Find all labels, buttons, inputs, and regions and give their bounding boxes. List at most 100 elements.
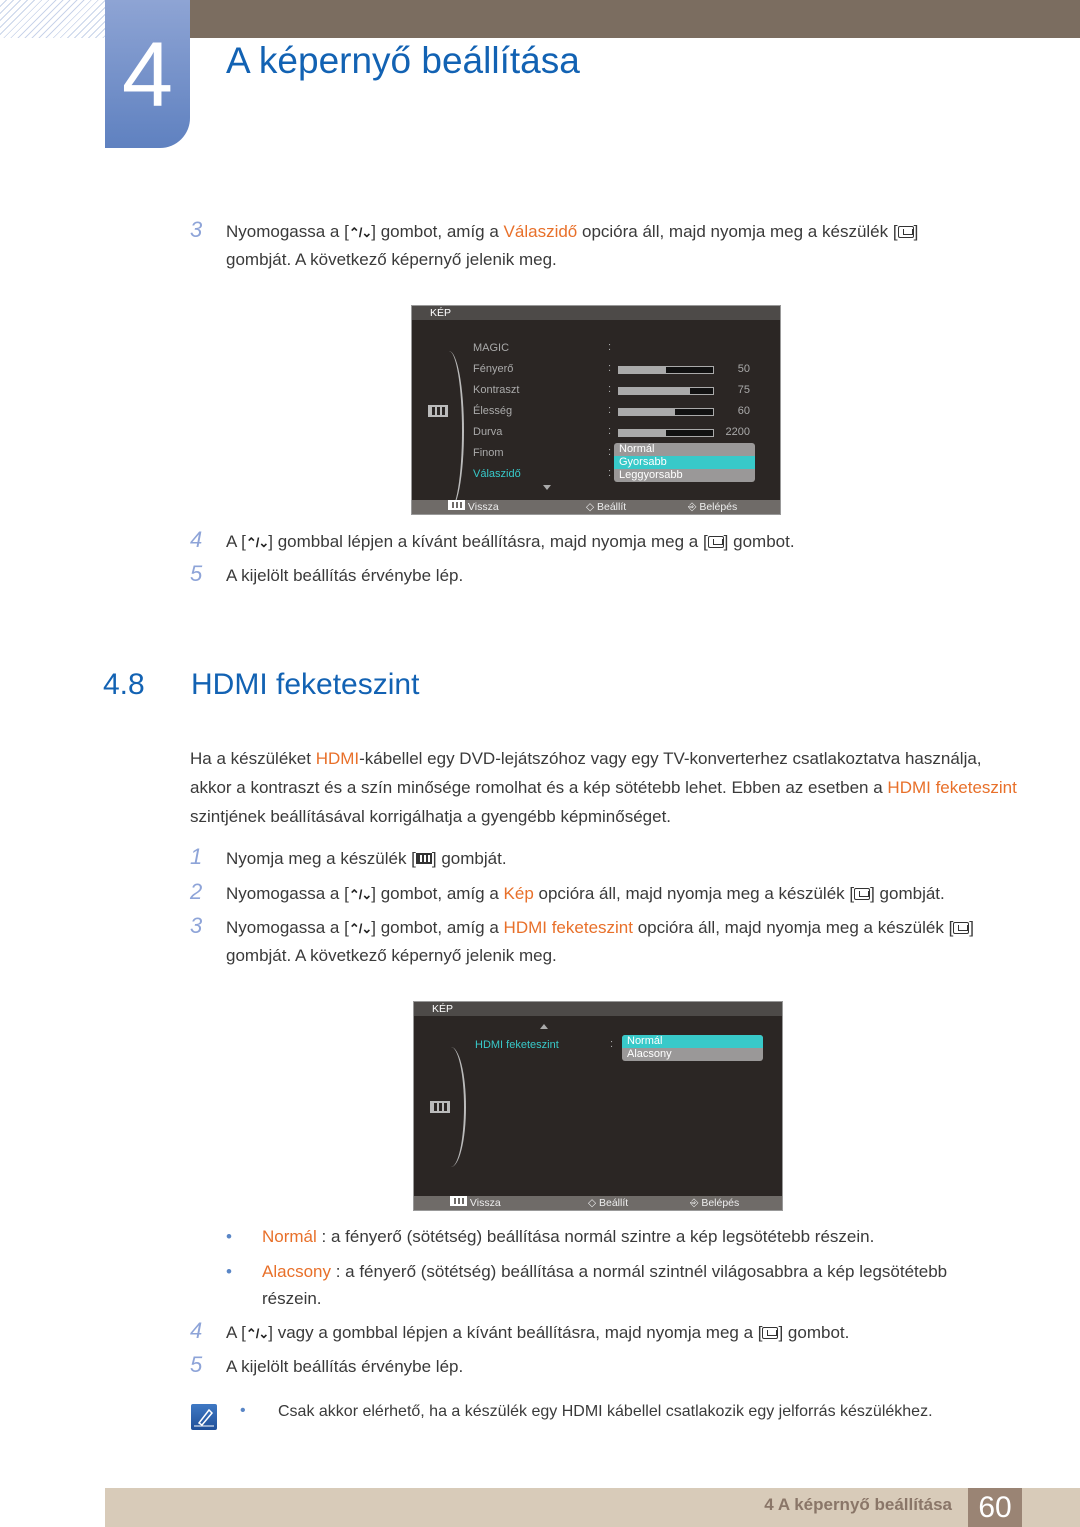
text: ] gombját. [431,849,507,868]
text: ] gombbal lépjen a kívánt beállításra, m… [268,532,708,551]
osd-item-hdmi-black-level[interactable]: HDMI feketeszint [475,1039,559,1051]
text: opcióra áll, majd nyomja meg a készülék … [577,222,898,241]
bullet-text: Normál : a fényerő (sötétség) beállítása… [262,1223,986,1250]
osd-item[interactable]: Kontraszt [473,384,519,396]
text: Nyomogassa a [ [226,884,349,903]
dropdown-option[interactable]: Leggyorsabb [614,469,755,482]
text: Nyomogassa a [ [226,222,349,241]
intro-paragraph: Ha a készüléket HDMI-kábellel egy DVD-le… [190,744,1020,831]
adjust-button[interactable]: ◇ Beállít [586,500,626,514]
picture-menu-icon [428,405,448,417]
step: 3 Nyomogassa a [⌃/⌄] gombot, amíg a Válas… [190,217,970,273]
enter-icon [897,226,914,238]
osd-screen-response-time: KÉP MAGIC: Fényerő: 50 Kontraszt: 75 Élesség:… [411,305,781,515]
osd-header: KÉP [414,1002,782,1016]
step: 3 Nyomogassa a [⌃/⌄] gombot, amíg a HDMI … [190,913,990,969]
menu-icon [450,1196,467,1206]
osd-item[interactable]: Finom [473,447,504,459]
step-text: A [⌃/⌄] gombbal lépjen a kívánt beállítá… [226,528,970,556]
text: Nyomogassa a [ [226,918,349,937]
bullet-icon: • [226,1227,232,1246]
step-text: Nyomogassa a [⌃/⌄] gombot, amíg a HDMI f… [226,914,990,969]
osd-colon: : [608,446,612,458]
enter-button[interactable]: ⎆ Belépés [690,1196,739,1210]
enter-icon [854,888,871,900]
adjust-button[interactable]: ◇ Beállít [588,1196,628,1210]
text: ] vagy a gombbal lépjen a kívánt beállít… [268,1323,763,1342]
slider-fill [619,388,690,394]
text: A kijelölt beállítás érvénybe lép. [226,566,464,585]
osd-item[interactable]: Válaszidő [473,468,521,480]
osd-header: KÉP [412,306,780,320]
dropdown-option[interactable]: Normál [614,443,755,456]
bullet-item: • Normál : a fényerő (sötétség) beállítás… [226,1223,986,1250]
up-down-icon: ⌃/⌄ [348,225,372,240]
osd-slider[interactable] [618,366,714,374]
step: 2 Nyomogassa a [⌃/⌄] gombot, amíg a Kép o… [190,879,1000,908]
osd-slider[interactable] [618,408,714,416]
page-footer: 4 A képernyő beállítása 60 [105,1488,1080,1527]
step-text: Nyomogassa a [⌃/⌄] gombot, amíg a Kép op… [226,880,1000,908]
step-number: 3 [190,913,203,938]
chapter-title: A képernyő beállítása [226,40,580,81]
text: ] gombját. [870,884,945,903]
step-number: 1 [190,844,203,869]
slider-fill [619,430,666,436]
enter-button[interactable]: ⎆ Belépés [688,500,737,514]
up-down-icon: ⌃/⌄ [245,535,269,550]
highlight-term: Kép [503,884,534,903]
osd-colon: : [608,425,612,437]
osd-slider[interactable] [618,429,714,437]
step-text: Nyomja meg a készülék [ ] gombját. [226,845,990,872]
text: ] gombot. [723,532,795,551]
highlight-term: Alacsony [262,1262,331,1281]
step-text: A kijelölt beállítás érvénybe lép. [226,562,970,589]
text: Nyomja meg a készülék [ [226,849,416,868]
osd-item[interactable]: Durva [473,426,502,438]
footer-chapter: 4 A képernyő beállítása [764,1495,952,1514]
bullet-icon: • [240,1402,246,1419]
text: ] gombot. [778,1323,850,1342]
section-title: HDMI feketeszint [191,668,420,701]
highlight-term: Válaszidő [503,222,578,241]
osd-item[interactable]: Élesség [473,405,512,417]
hdmi-black-level-dropdown[interactable]: Normál Alacsony [622,1035,763,1061]
osd-item[interactable]: Fényerő [473,363,513,375]
section-number: 4.8 [103,668,145,701]
back-button[interactable]: Vissza [450,1196,501,1210]
header-bar [190,0,1080,38]
dropdown-option[interactable]: Alacsony [622,1048,763,1061]
osd-slider[interactable] [618,387,714,395]
osd-item[interactable]: MAGIC [473,342,509,354]
highlight-term: HDMI feketeszint [887,778,1017,797]
step-text: A kijelölt beállítás érvénybe lép. [226,1353,990,1380]
page-number: 60 [968,1488,1022,1527]
scroll-down-icon [543,485,551,494]
back-button[interactable]: Vissza [448,500,499,514]
up-down-icon: ⌃/⌄ [348,887,372,902]
step: 1 Nyomja meg a készülék [ ] gombját. [190,844,990,872]
osd-colon: : [608,341,612,353]
step: 4 A [⌃/⌄] vagy a gombbal lépjen a kívánt … [190,1318,990,1347]
osd-colon: : [608,383,612,395]
osd-value: 2200 [725,426,750,438]
osd-colon: : [608,467,612,479]
step: 4 A [⌃/⌄] gombbal lépjen a kívánt beállít… [190,527,970,556]
step-text: A [⌃/⌄] vagy a gombbal lépjen a kívánt b… [226,1319,990,1347]
step-number: 3 [190,217,203,242]
header-decoration [0,0,105,38]
response-time-dropdown[interactable]: Normál Gyorsabb Leggyorsabb [614,443,755,482]
enter-icon [707,536,724,548]
step-number: 4 [190,1318,203,1343]
bullet-text: Alacsony : a fényerő (sötétség) beállítá… [262,1258,986,1312]
text: A [ [226,532,246,551]
osd-value: 50 [737,363,750,375]
note-text: Csak akkor elérhető, ha a készülék egy H… [278,1403,933,1420]
dropdown-option[interactable]: Normál [622,1035,763,1048]
enter-icon [762,1327,779,1339]
enter-icon [953,922,970,934]
text: : a fényerő (sötétség) beállítása a norm… [262,1262,948,1308]
osd-footer: Vissza ◇ Beállít ⎆ Belépés [414,1196,782,1210]
dropdown-option[interactable]: Gyorsabb [614,456,755,469]
osd-value: 75 [737,384,750,396]
